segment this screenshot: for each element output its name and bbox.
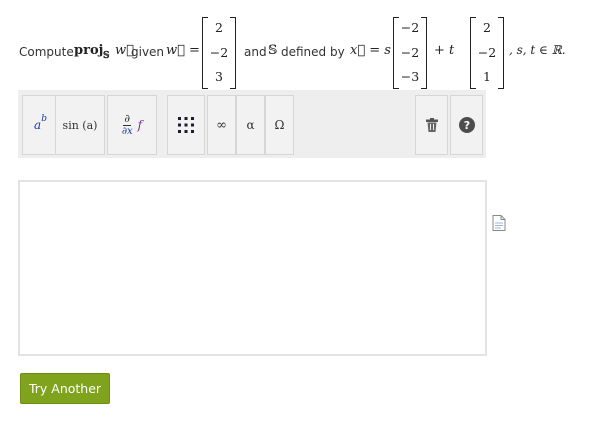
vector-entry: −3 (400, 69, 420, 84)
and-text: and (244, 45, 267, 59)
partial-numerator: ∂ (123, 111, 132, 126)
math-toolbar: ab sin (a) ∂ ∂x f ∞ α Ω ? (18, 90, 486, 158)
superscript-base: a (34, 118, 42, 132)
superscript-button[interactable]: ab (22, 95, 59, 155)
proj-label: proj (74, 43, 104, 58)
svg-text:?: ? (463, 119, 469, 132)
infinity-symbol: ∞ (216, 117, 227, 133)
plus-t: + t (434, 43, 455, 58)
derivative-fraction: ∂ ∂x f (121, 111, 143, 138)
greek-uppercase-button[interactable]: Ω (265, 95, 294, 155)
intro-text: Compute (19, 45, 74, 59)
vector-entry: −2 (400, 45, 420, 60)
vector-entry: −2 (400, 20, 420, 35)
greek-lowercase-button[interactable]: α (236, 95, 265, 155)
help-button[interactable]: ? (450, 95, 483, 155)
omega-symbol: Ω (274, 118, 285, 132)
w-equals: w⃗ = (166, 43, 200, 58)
defined-by-text: defined by (281, 45, 345, 59)
superscript-exponent: b (41, 114, 47, 124)
partial-function: f (137, 118, 143, 132)
alpha-symbol: α (246, 118, 255, 132)
matrix-button[interactable] (167, 95, 205, 155)
document-icon[interactable] (492, 215, 506, 231)
answer-input[interactable] (18, 180, 487, 356)
vector-entry: −2 (477, 45, 497, 60)
proj-subscript: 𝕊 (103, 51, 110, 61)
w-vector-entry: 3 (215, 69, 223, 84)
direction-vector-2: 2 −2 1 (470, 17, 504, 89)
w-vector-entry: 2 (215, 20, 223, 35)
w-vector-entry: −2 (209, 45, 229, 60)
vector-entry: 1 (483, 69, 491, 84)
set-symbol: 𝕊 (268, 43, 278, 58)
try-another-button[interactable]: Try Another (20, 373, 110, 404)
problem-statement: Compute proj 𝕊 w⃗ given w⃗ = 2 −2 3 and … (0, 14, 597, 94)
matrix-icon (178, 117, 194, 133)
vector-entry: 2 (483, 20, 491, 35)
direction-vector-1: −2 −2 −3 (393, 17, 427, 89)
x-equals: x⃗ = s (350, 43, 391, 58)
help-icon: ? (458, 117, 475, 133)
function-label: sin (a) (62, 118, 98, 132)
given-text: given (131, 45, 165, 59)
partial-denominator: ∂x (121, 125, 133, 137)
clear-button[interactable] (415, 95, 448, 155)
w-vector: 2 −2 3 (202, 17, 236, 89)
parameter-domain: , s, t ∈ ℝ. (509, 43, 566, 57)
derivative-button[interactable]: ∂ ∂x f (107, 95, 157, 155)
function-button[interactable]: sin (a) (55, 95, 105, 155)
trash-icon (425, 118, 438, 132)
infinity-button[interactable]: ∞ (207, 95, 236, 155)
